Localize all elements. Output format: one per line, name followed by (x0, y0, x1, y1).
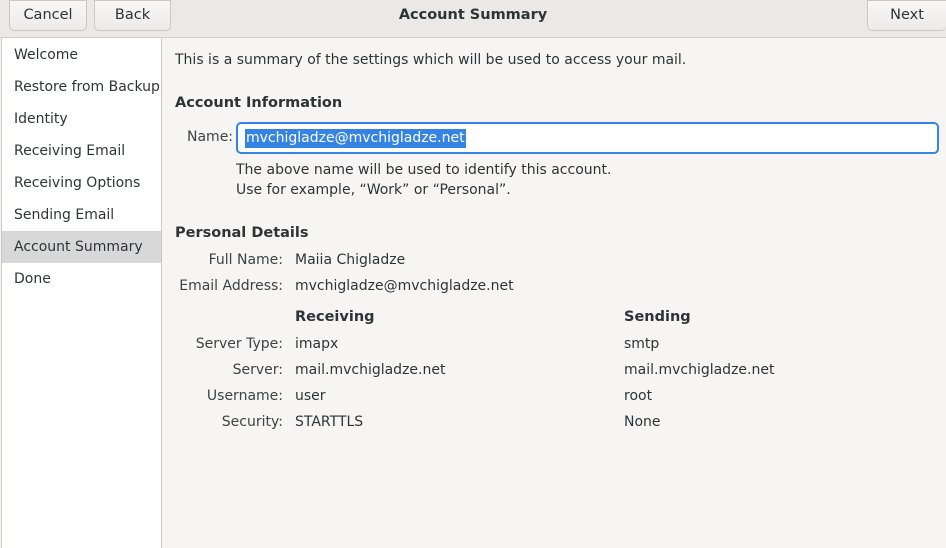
sending-security: None (624, 414, 661, 430)
sending-server: mail.mvchigladze.net (624, 362, 775, 378)
security-label: Security: (221, 414, 283, 430)
full-name-label: Full Name: (208, 252, 283, 268)
sending-server-type: smtp (624, 336, 660, 352)
server-type-label: Server Type: (195, 336, 283, 352)
header-bar: Cancel Back Account Summary Next (0, 0, 946, 38)
sidebar-item-receiving-options[interactable]: Receiving Options (2, 167, 161, 199)
name-label: Name: (187, 129, 234, 145)
receiving-server: mail.mvchigladze.net (295, 362, 446, 378)
sidebar-item-sending-email[interactable]: Sending Email (2, 199, 161, 231)
username-label: Username: (206, 388, 283, 404)
sidebar-item-restore-from-backup[interactable]: Restore from Backup (2, 71, 161, 103)
receiving-heading: Receiving (295, 309, 375, 325)
account-information-heading: Account Information (175, 95, 343, 111)
sidebar-item-receiving-email[interactable]: Receiving Email (2, 135, 161, 167)
next-button[interactable]: Next (867, 0, 946, 31)
window-title: Account Summary (398, 7, 548, 23)
email-address-value: mvchigladze@mvchigladze.net (295, 278, 514, 294)
sending-username: root (624, 388, 653, 404)
email-address-label: Email Address: (179, 278, 283, 294)
account-name-value: mvchigladze@mvchigladze.net (245, 129, 466, 148)
name-hint-line-1: The above name will be used to identify … (236, 162, 612, 178)
sidebar-item-identity[interactable]: Identity (2, 103, 161, 135)
personal-details-heading: Personal Details (175, 225, 309, 241)
name-hint-line-2: Use for example, “Work” or “Personal”. (236, 182, 511, 198)
receiving-username: user (295, 388, 326, 404)
receiving-security: STARTTLS (295, 414, 364, 430)
main-content: This is a summary of the settings which … (162, 38, 946, 548)
sending-heading: Sending (624, 309, 691, 325)
full-name-value: Maiia Chigladze (295, 252, 406, 268)
sidebar-item-welcome[interactable]: Welcome (2, 39, 161, 71)
intro-text: This is a summary of the settings which … (175, 52, 687, 68)
receiving-server-type: imapx (295, 336, 339, 352)
server-label: Server: (232, 362, 283, 378)
account-name-field[interactable]: mvchigladze@mvchigladze.net (236, 122, 939, 154)
